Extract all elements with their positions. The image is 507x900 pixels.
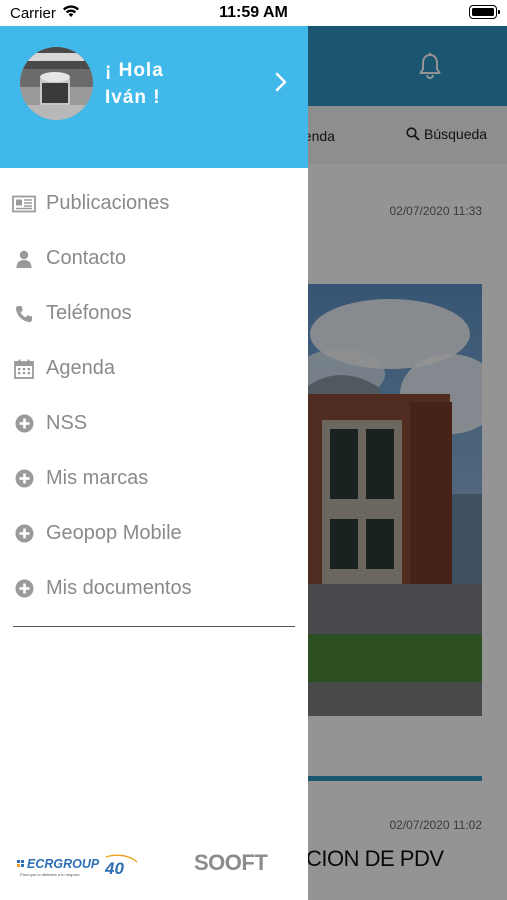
- menu-item-telefonos[interactable]: Teléfonos: [0, 286, 308, 341]
- menu-item-geopop-mobile[interactable]: Geopop Mobile: [0, 506, 308, 561]
- plus-circle-icon: [12, 577, 36, 601]
- drawer-footer: ECRGROUP Para que lo disfrutes a tu nego…: [0, 846, 308, 886]
- avatar[interactable]: [20, 47, 93, 120]
- menu-divider: [13, 626, 295, 627]
- menu-item-mis-marcas[interactable]: Mis marcas: [0, 451, 308, 506]
- clock: 11:59 AM: [219, 4, 288, 21]
- menu-item-label: Contacto: [46, 247, 127, 269]
- user-name: Iván !: [105, 87, 161, 108]
- user-icon: [12, 247, 36, 271]
- chevron-right-icon[interactable]: [274, 71, 288, 98]
- menu-item-publicaciones[interactable]: Publicaciones: [0, 176, 308, 231]
- menu-item-label: Agenda: [46, 357, 115, 379]
- svg-text:40: 40: [104, 859, 124, 878]
- phone-icon: [12, 302, 36, 326]
- menu-item-label: Publicaciones: [46, 192, 170, 214]
- menu-item-nss[interactable]: NSS: [0, 396, 308, 451]
- sooft-logo: SOOFT: [194, 850, 268, 875]
- menu-item-label: Mis documentos: [46, 577, 192, 599]
- newspaper-icon: [12, 192, 36, 216]
- drawer-header[interactable]: ¡ Hola Iván !: [0, 26, 308, 168]
- drawer-menu: Publicaciones Contacto Teléfonos Agenda …: [0, 176, 308, 616]
- greeting: ¡ Hola: [105, 60, 164, 81]
- battery-icon: [469, 5, 500, 19]
- menu-item-label: Geopop Mobile: [46, 522, 182, 544]
- svg-text:ECRGROUP: ECRGROUP: [27, 857, 100, 871]
- menu-item-agenda[interactable]: Agenda: [0, 341, 308, 396]
- plus-circle-icon: [12, 412, 36, 436]
- menu-item-contacto[interactable]: Contacto: [0, 231, 308, 286]
- menu-item-label: Mis marcas: [46, 467, 149, 489]
- navigation-drawer: ¡ Hola Iván ! Publicaciones Contacto Tel…: [0, 26, 308, 900]
- menu-item-label: NSS: [46, 412, 88, 434]
- menu-item-label: Teléfonos: [46, 302, 132, 324]
- plus-circle-icon: [12, 522, 36, 546]
- ecr-group-logo: ECRGROUP Para que lo disfrutes a tu nego…: [17, 854, 141, 885]
- calendar-icon: [12, 357, 36, 381]
- svg-text:Para que lo disfrutes a tu neg: Para que lo disfrutes a tu negocio: [20, 872, 80, 877]
- status-bar: Carrier 11:59 AM: [0, 0, 507, 26]
- menu-item-mis-documentos[interactable]: Mis documentos: [0, 561, 308, 616]
- plus-circle-icon: [12, 467, 36, 491]
